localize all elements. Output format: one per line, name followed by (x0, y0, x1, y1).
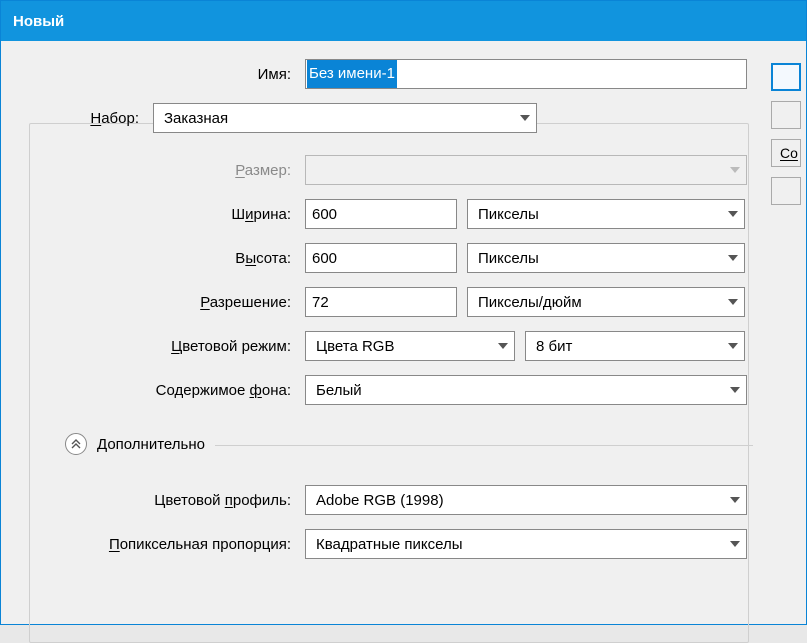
main-column: Имя: Без имени-1 Набор: Заказная Размер: (13, 59, 753, 612)
resolution-unit-select[interactable]: Пикселы/дюйм (467, 287, 745, 317)
advanced-section: Дополнительно (65, 433, 753, 455)
ok-button[interactable] (771, 63, 801, 91)
pixelaspect-label: Попиксельная пропорция: (13, 536, 295, 553)
bgcontents-label: Содержимое фона: (13, 382, 295, 399)
pixelaspect-value: Квадратные пикселы (316, 536, 463, 553)
advanced-title: Дополнительно (97, 436, 205, 453)
profile-select[interactable]: Adobe RGB (1998) (305, 485, 747, 515)
bitdepth-select[interactable]: 8 бит (525, 331, 745, 361)
titlebar: Новый (1, 1, 806, 41)
chevron-down-icon (728, 211, 738, 217)
colormode-label: Цветовой режим: (13, 338, 295, 355)
colormode-select[interactable]: Цвета RGB (305, 331, 515, 361)
name-input-value: Без имени-1 (307, 60, 397, 88)
bgcontents-value: Белый (316, 382, 362, 399)
size-select (305, 155, 747, 185)
chevron-down-icon (520, 115, 530, 121)
preset-select[interactable]: Заказная (153, 103, 537, 133)
collapse-advanced-button[interactable] (65, 433, 87, 455)
chevron-down-icon (730, 387, 740, 393)
divider (215, 445, 753, 446)
pixelaspect-select[interactable]: Квадратные пикселы (305, 529, 747, 559)
resolution-input[interactable] (305, 287, 457, 317)
height-input[interactable] (305, 243, 457, 273)
new-document-dialog: Новый Имя: Без имени-1 Набор: Заказная (0, 0, 807, 625)
chevron-up-double-icon (71, 439, 81, 449)
width-unit-value: Пикселы (478, 206, 539, 223)
profile-label: Цветовой профиль: (13, 492, 295, 509)
width-unit-select[interactable]: Пикселы (467, 199, 745, 229)
delete-preset-button[interactable] (771, 177, 801, 205)
width-input[interactable] (305, 199, 457, 229)
height-label: Высота: (13, 250, 295, 267)
preset-label: Набор: (13, 110, 143, 127)
colormode-value: Цвета RGB (316, 338, 394, 355)
chevron-down-icon (730, 497, 740, 503)
side-buttons: Со (771, 59, 801, 612)
size-label: Размер: (13, 162, 295, 179)
height-unit-value: Пикселы (478, 250, 539, 267)
height-unit-select[interactable]: Пикселы (467, 243, 745, 273)
cancel-button[interactable] (771, 101, 801, 129)
save-preset-button[interactable]: Со (771, 139, 801, 167)
dialog-body: Имя: Без имени-1 Набор: Заказная Размер: (1, 41, 806, 624)
chevron-down-icon (730, 167, 740, 173)
chevron-down-icon (728, 343, 738, 349)
name-input[interactable]: Без имени-1 (305, 59, 747, 89)
chevron-down-icon (730, 541, 740, 547)
bgcontents-select[interactable]: Белый (305, 375, 747, 405)
chevron-down-icon (728, 299, 738, 305)
resolution-unit-value: Пикселы/дюйм (478, 294, 582, 311)
preset-value: Заказная (164, 110, 228, 127)
width-label: Ширина: (13, 206, 295, 223)
window-title: Новый (13, 13, 64, 30)
profile-value: Adobe RGB (1998) (316, 492, 444, 509)
chevron-down-icon (728, 255, 738, 261)
name-label: Имя: (13, 66, 295, 83)
chevron-down-icon (498, 343, 508, 349)
resolution-label: Разрешение: (13, 294, 295, 311)
bitdepth-value: 8 бит (536, 338, 572, 355)
